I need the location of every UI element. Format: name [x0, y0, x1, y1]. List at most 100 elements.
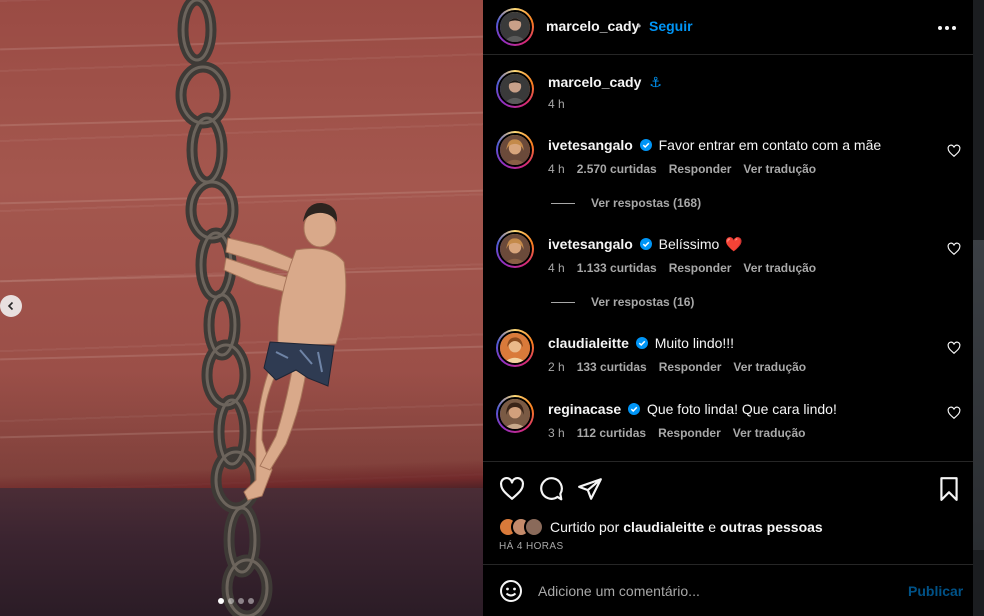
publish-button[interactable]: Publicar [908, 583, 963, 599]
verified-icon [635, 337, 648, 349]
divider [483, 564, 973, 565]
commenter-avatar[interactable] [496, 131, 534, 169]
reply-button[interactable]: Responder [669, 261, 732, 275]
caption-meta: 4 h [548, 97, 565, 111]
comment-likes[interactable]: 2.570 curtidas [577, 162, 657, 176]
comment-username[interactable]: ivetesangalo [548, 236, 633, 252]
more-icon-dot [952, 26, 956, 30]
comment-time[interactable]: 3 h [548, 426, 565, 440]
commenter-avatar[interactable] [496, 230, 534, 268]
comment-time[interactable]: 4 h [548, 261, 565, 275]
heart-icon[interactable] [947, 144, 961, 158]
commenter-avatar-image [498, 331, 532, 365]
comment-username[interactable]: ivetesangalo [548, 137, 633, 153]
comment-likes[interactable]: 112 curtidas [577, 426, 646, 440]
view-replies-button[interactable]: Ver respostas (16) [551, 295, 694, 309]
background-page-edge [973, 0, 984, 616]
like-heart-icon[interactable] [499, 476, 525, 502]
liked-by-prefix: Curtido por [550, 519, 620, 535]
replies-line [551, 202, 575, 204]
follow-button[interactable]: Seguir [649, 18, 693, 34]
liked-by-others[interactable]: outras pessoas [720, 519, 823, 535]
comment-input[interactable] [538, 578, 888, 604]
red-heart-emoji: ❤️ [725, 236, 743, 252]
commenter-avatar-image [498, 133, 532, 167]
carousel-dot[interactable] [238, 598, 244, 604]
carousel-prev-button[interactable] [0, 295, 22, 317]
liker-avatars[interactable] [498, 516, 548, 538]
more-icon [938, 26, 942, 30]
commenter-avatar-image [498, 397, 532, 431]
translate-button[interactable]: Ver tradução [733, 426, 806, 440]
post-side-panel: marcelo_cady • Seguir marcelo_cady ⚓ 4 h [483, 0, 973, 616]
view-replies-label: Ver respostas (16) [591, 295, 695, 309]
share-icon[interactable] [577, 476, 603, 502]
person-figure [223, 202, 347, 501]
caption-line: marcelo_cady ⚓ [548, 74, 662, 91]
verified-icon [628, 403, 641, 415]
comment-username[interactable]: claudialeitte [548, 335, 629, 351]
comment-meta: 2 h 133 curtidas Responder Ver tradução [548, 360, 806, 374]
post-time-ago[interactable]: HÁ 4 HORAS [499, 541, 564, 552]
comment-meta: 4 h 1.133 curtidas Responder Ver traduçã… [548, 261, 816, 275]
comment-item: ivetesangalo Belíssimo ❤️ 4 h 1.133 curt… [483, 229, 973, 279]
author-avatar[interactable] [496, 8, 534, 46]
post-photo[interactable] [0, 0, 483, 616]
comment-line: ivetesangalo Belíssimo ❤️ [548, 236, 743, 253]
comment-username[interactable]: reginacase [548, 401, 621, 417]
caption-avatar[interactable] [496, 70, 534, 108]
comment-line: reginacase Que foto linda! Que cara lind… [548, 401, 837, 417]
translate-button[interactable]: Ver tradução [743, 162, 816, 176]
comment-meta: 3 h 112 curtidas Responder Ver tradução [548, 426, 805, 440]
background-page-thumb [973, 240, 984, 550]
commenter-avatar[interactable] [496, 395, 534, 433]
bookmark-icon[interactable] [936, 476, 962, 502]
heart-icon[interactable] [947, 406, 961, 420]
carousel-dot[interactable] [248, 598, 254, 604]
liker-avatar [524, 517, 544, 537]
comment-text: Favor entrar em contato com a mãe [658, 137, 882, 153]
post-header: marcelo_cady • Seguir [483, 0, 973, 55]
comment-likes[interactable]: 133 curtidas [577, 360, 647, 374]
author-avatar-image [498, 10, 532, 44]
comment-icon[interactable] [538, 476, 564, 502]
avatar-portrait [500, 399, 530, 429]
reply-button[interactable]: Responder [658, 426, 721, 440]
more-icon-dot [945, 26, 949, 30]
anchor-icon: ⚓ [649, 74, 662, 90]
author-username[interactable]: marcelo_cady [546, 18, 639, 34]
more-options-button[interactable] [937, 18, 957, 38]
comment-time[interactable]: 4 h [548, 162, 565, 176]
avatar-portrait [500, 333, 530, 363]
verified-icon [639, 139, 652, 151]
emoji-icon[interactable] [499, 579, 523, 603]
liked-by: Curtido por claudialeitte e outras pesso… [498, 516, 823, 538]
translate-button[interactable]: Ver tradução [743, 261, 816, 275]
reply-button[interactable]: Responder [659, 360, 722, 374]
comment-meta: 4 h 2.570 curtidas Responder Ver traduçã… [548, 162, 816, 176]
comment-text: Belíssimo [658, 236, 720, 252]
avatar-portrait [500, 74, 530, 104]
caption-username[interactable]: marcelo_cady [548, 74, 641, 90]
comment-likes[interactable]: 1.133 curtidas [577, 261, 657, 275]
caption-time[interactable]: 4 h [548, 97, 565, 111]
comment-item: reginacase Que foto linda! Que cara lind… [483, 394, 973, 444]
commenter-avatar[interactable] [496, 329, 534, 367]
reply-button[interactable]: Responder [669, 162, 732, 176]
heart-icon[interactable] [947, 242, 961, 256]
translate-button[interactable]: Ver tradução [733, 360, 806, 374]
comment-item: ivetesangalo Favor entrar em contato com… [483, 130, 973, 180]
caption: marcelo_cady ⚓ 4 h [483, 68, 973, 112]
view-replies-label: Ver respostas (168) [591, 196, 702, 210]
carousel-dot[interactable] [228, 598, 234, 604]
comment-item: claudialeitte Muito lindo!!! 2 h 133 cur… [483, 328, 973, 378]
replies-line [551, 301, 575, 303]
heart-icon[interactable] [947, 341, 961, 355]
comment-time[interactable]: 2 h [548, 360, 565, 374]
liked-by-user[interactable]: claudialeitte [623, 519, 704, 535]
carousel-dot[interactable] [218, 598, 224, 604]
view-replies-button[interactable]: Ver respostas (168) [551, 196, 701, 210]
caption-avatar-image [498, 72, 532, 106]
liked-by-conj: e [708, 519, 716, 535]
avatar-portrait [500, 135, 530, 165]
